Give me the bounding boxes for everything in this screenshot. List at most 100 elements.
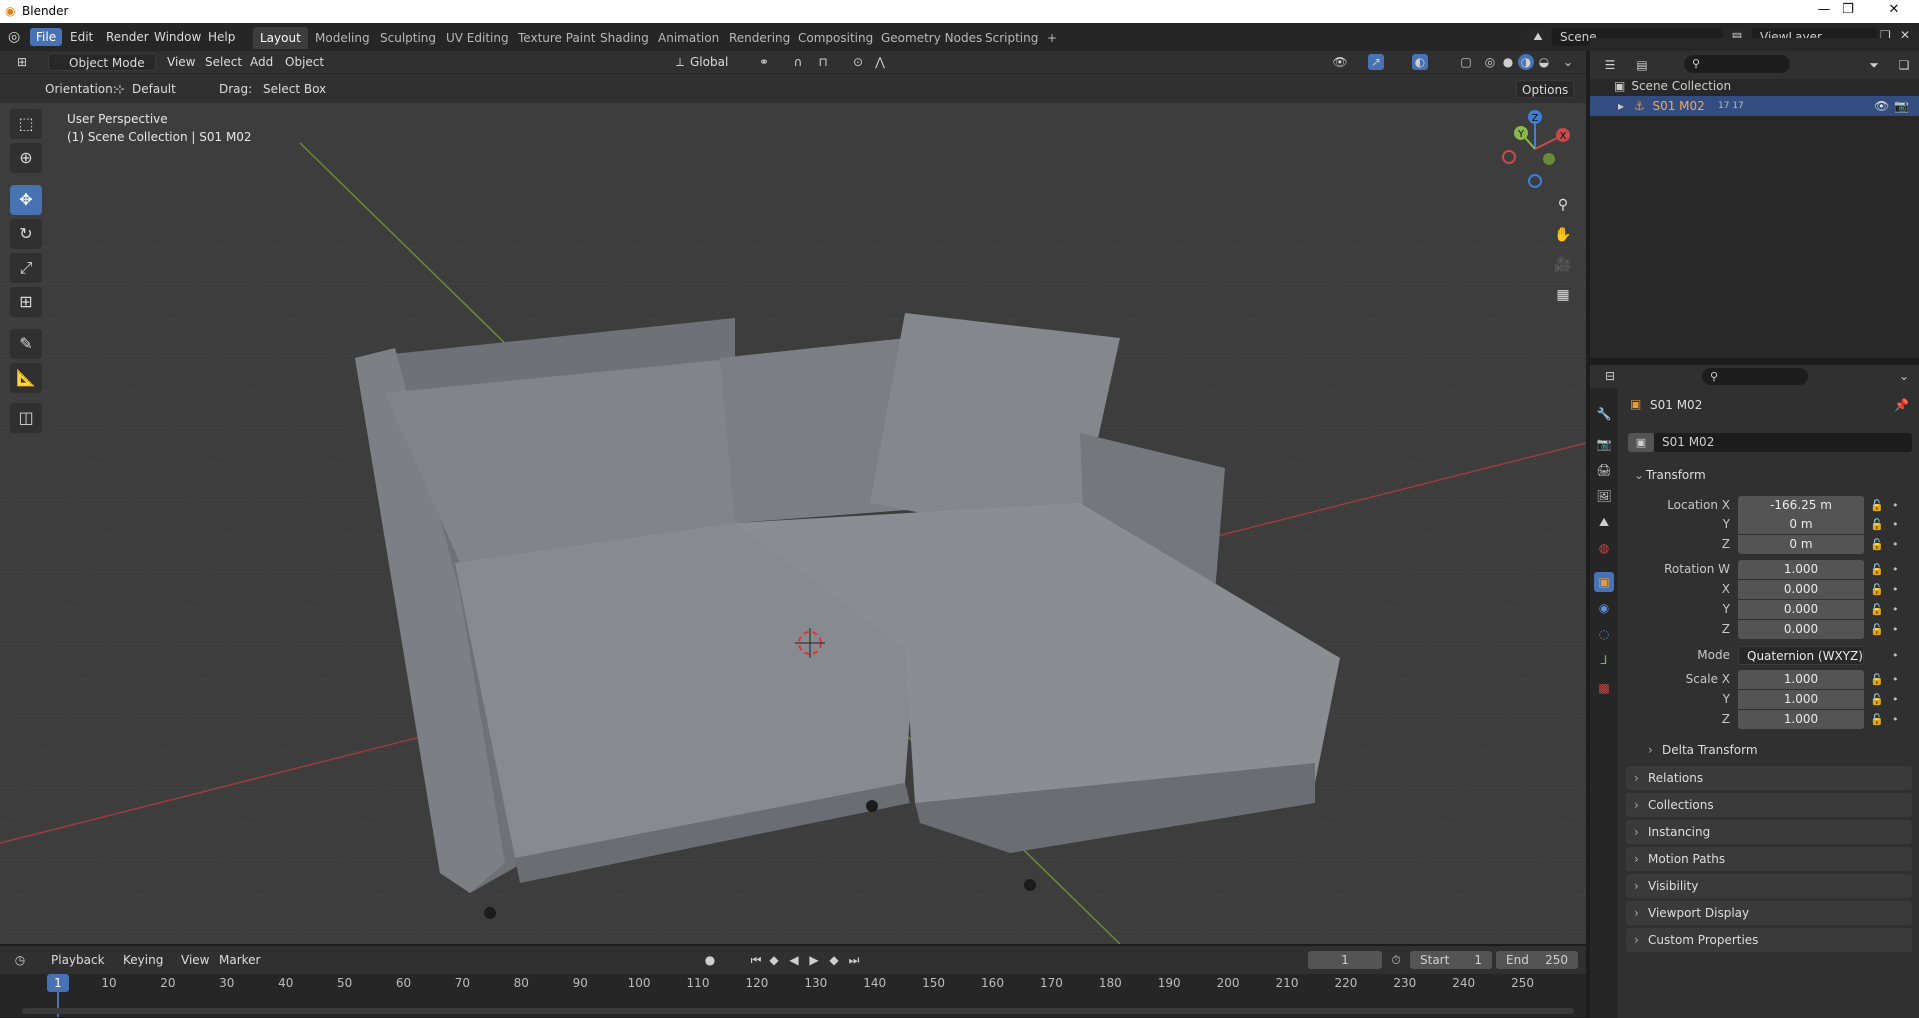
keyframe-dot-icon[interactable]: • xyxy=(1892,538,1899,551)
motion-paths-panel[interactable]: › Motion Paths xyxy=(1626,847,1912,871)
outliner-object-row[interactable]: ▸ ⚓ S01 M02 17 17 👁 📷 xyxy=(1590,96,1919,116)
tab-layout[interactable]: Layout xyxy=(253,27,308,49)
options-dropdown[interactable]: Options xyxy=(1516,80,1575,98)
snap-icon[interactable]: ∩ xyxy=(790,54,806,70)
tool-tab-icon[interactable]: 🔧 xyxy=(1594,404,1614,424)
object-name-field[interactable]: S01 M02 xyxy=(1654,433,1912,452)
keyframe-dot-icon[interactable]: • xyxy=(1892,518,1899,531)
custom-properties-panel[interactable]: › Custom Properties xyxy=(1626,928,1912,952)
menu-object[interactable]: Object xyxy=(280,53,329,71)
keyframe-dot-icon[interactable]: • xyxy=(1892,499,1899,512)
play-icon[interactable]: ▶ xyxy=(806,952,822,968)
blender-menu-icon[interactable]: ◎ xyxy=(8,29,20,45)
scale-z-field[interactable]: 1.000 xyxy=(1738,710,1864,729)
relations-panel[interactable]: › Relations xyxy=(1626,766,1912,790)
perspective-toggle-icon[interactable]: ▦ xyxy=(1551,283,1575,307)
expand-arrow-icon[interactable]: ▸ xyxy=(1618,99,1624,113)
timeline-editor-icon[interactable]: ◷ xyxy=(12,952,28,968)
pan-hand-icon[interactable]: ✋ xyxy=(1551,223,1575,247)
navigation-gizmo[interactable]: Z X Y xyxy=(1495,109,1575,189)
rotation-x-field[interactable]: 0.000 xyxy=(1738,580,1864,599)
rotation-y-field[interactable]: 0.000 xyxy=(1738,600,1864,619)
properties-search-icon[interactable]: ⚲ xyxy=(1702,368,1808,385)
scale-y-field[interactable]: 1.000 xyxy=(1738,690,1864,709)
keyframe-dot-icon[interactable]: • xyxy=(1892,563,1899,576)
tab-uv-editing[interactable]: UV Editing xyxy=(439,27,516,49)
proportional-edit-icon[interactable]: ⊙ xyxy=(850,54,866,70)
display-mode-icon[interactable]: ▤ xyxy=(1634,57,1650,73)
end-frame-field[interactable]: End 250 xyxy=(1496,951,1578,969)
scene-icon[interactable]: ⛰ xyxy=(1526,28,1550,46)
playback-menu[interactable]: Playback xyxy=(46,951,110,969)
new-collection-icon[interactable]: ❏ xyxy=(1896,57,1912,73)
location-y-field[interactable]: 0 m xyxy=(1738,515,1864,534)
transform-panel-title[interactable]: Transform xyxy=(1646,468,1706,482)
transform-expand-icon[interactable]: ⌄ xyxy=(1634,468,1644,482)
lock-icon[interactable]: 🔓 xyxy=(1870,693,1884,706)
transform-tool-icon[interactable]: ⊞ xyxy=(10,287,42,317)
xray-icon[interactable]: ▢ xyxy=(1458,54,1474,70)
keyframe-dot-icon[interactable]: • xyxy=(1892,673,1899,686)
keyframe-dot-icon[interactable]: • xyxy=(1892,603,1899,616)
menu-select[interactable]: Select xyxy=(200,53,247,71)
snap-target-icon[interactable]: ⊓ xyxy=(815,54,831,70)
shading-options-icon[interactable]: ⌄ xyxy=(1560,54,1576,70)
eye-icon[interactable]: 👁 xyxy=(1874,96,1889,116)
lock-icon[interactable]: 🔓 xyxy=(1870,713,1884,726)
location-x-field[interactable]: -166.25 m xyxy=(1738,496,1864,515)
texture-tab-icon[interactable]: ▩ xyxy=(1594,678,1614,698)
keyframe-dot-icon[interactable]: • xyxy=(1892,649,1899,662)
pivot-icon[interactable]: ⚭ xyxy=(756,54,772,70)
object-tab-icon[interactable]: ▣ xyxy=(1594,572,1614,592)
view-menu[interactable]: View xyxy=(176,951,214,969)
filter-icon[interactable]: ⏷ xyxy=(1866,57,1882,73)
visibility-icon[interactable]: 👁 xyxy=(1332,54,1348,70)
cursor-tool-icon[interactable]: ⊕ xyxy=(10,143,42,173)
tab-scripting[interactable]: Scripting xyxy=(978,27,1045,49)
move-tool-icon[interactable]: ✥ xyxy=(10,185,42,215)
play-reverse-icon[interactable]: ◀ xyxy=(786,952,802,968)
modifiers-tab-icon[interactable]: ◉ xyxy=(1594,598,1614,618)
next-keyframe-icon[interactable]: ◆ xyxy=(826,952,842,968)
lock-icon[interactable]: 🔓 xyxy=(1870,563,1884,576)
keyframe-dot-icon[interactable]: • xyxy=(1892,623,1899,636)
tab-compositing[interactable]: Compositing xyxy=(791,27,880,49)
rotation-w-field[interactable]: 1.000 xyxy=(1738,560,1864,579)
lock-icon[interactable]: 🔓 xyxy=(1870,538,1884,551)
properties-editor-icon[interactable]: ⊟ xyxy=(1602,368,1618,384)
lock-icon[interactable]: 🔓 xyxy=(1870,518,1884,531)
lock-icon[interactable]: 🔓 xyxy=(1870,499,1884,512)
measure-tool-icon[interactable]: 📐 xyxy=(10,363,42,393)
tab-sculpting[interactable]: Sculpting xyxy=(373,27,443,49)
tab-shading[interactable]: Shading xyxy=(593,27,656,49)
current-frame-field[interactable]: 1 xyxy=(1308,951,1382,969)
menu-help[interactable]: Help xyxy=(202,28,241,46)
select-box-tool-icon[interactable]: ⬚ xyxy=(10,109,42,139)
gizmo-toggle-icon[interactable]: ↗ xyxy=(1368,54,1384,70)
outliner-editor-icon[interactable]: ☰ xyxy=(1602,57,1618,73)
menu-edit[interactable]: Edit xyxy=(64,28,99,46)
solid-shading-icon[interactable]: ● xyxy=(1500,54,1516,70)
lock-icon[interactable]: 🔓 xyxy=(1870,603,1884,616)
output-tab-icon[interactable]: 🖨 xyxy=(1594,460,1614,480)
lock-icon[interactable]: 🔓 xyxy=(1870,623,1884,636)
menu-view[interactable]: View xyxy=(162,53,200,71)
menu-window[interactable]: Window xyxy=(148,28,207,46)
viewport-display-panel[interactable]: › Viewport Display xyxy=(1626,901,1912,925)
camera-view-icon[interactable]: 🎥 xyxy=(1551,253,1575,277)
jump-end-icon[interactable]: ⏭ xyxy=(846,952,862,968)
location-z-field[interactable]: 0 m xyxy=(1738,535,1864,554)
tab-rendering[interactable]: Rendering xyxy=(722,27,797,49)
rotation-mode-dropdown[interactable]: Quaternion (WXYZ) xyxy=(1738,646,1864,665)
timeline-scrollbar[interactable] xyxy=(22,1008,1574,1014)
render-tab-icon[interactable]: 📷 xyxy=(1594,434,1614,454)
instancing-panel[interactable]: › Instancing xyxy=(1626,820,1912,844)
add-workspace-icon[interactable]: + xyxy=(1040,27,1064,49)
collections-panel[interactable]: › Collections xyxy=(1626,793,1912,817)
keyframe-dot-icon[interactable]: • xyxy=(1892,713,1899,726)
lock-icon[interactable]: 🔓 xyxy=(1870,673,1884,686)
maximize-button[interactable]: ❐ xyxy=(1825,2,1871,21)
tab-geometry-nodes[interactable]: Geometry Nodes xyxy=(874,27,989,49)
object-mode-dropdown[interactable]: Object Mode xyxy=(48,53,156,71)
overlay-toggle-icon[interactable]: ◐ xyxy=(1412,54,1428,70)
